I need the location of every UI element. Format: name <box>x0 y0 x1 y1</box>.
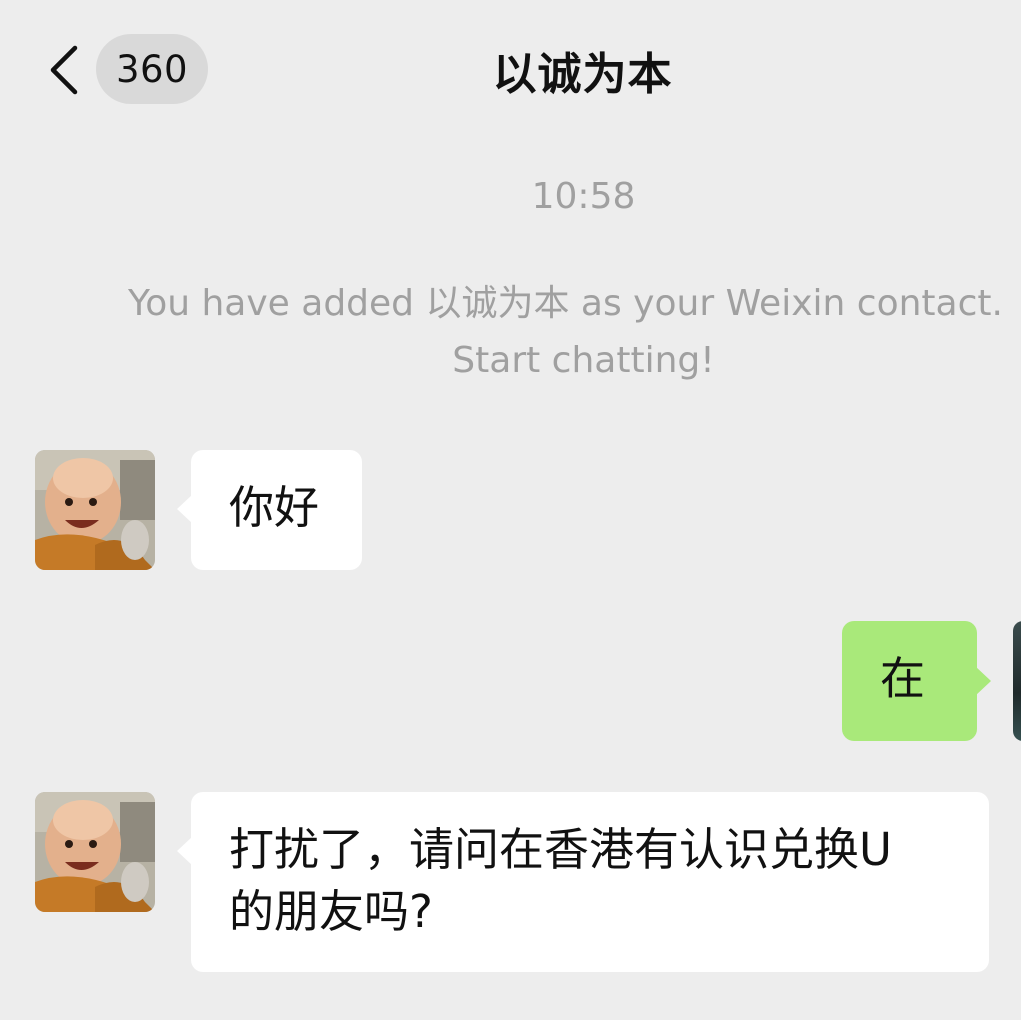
bubble-tail <box>177 494 193 524</box>
chat-screen: 360 以诚为本 10:58 You have added 以诚为本 as yo… <box>0 0 1021 1020</box>
self-avatar[interactable] <box>1013 621 1021 741</box>
message-text: 在 <box>880 652 926 705</box>
contact-avatar-image <box>35 792 155 912</box>
system-message-start: Start chatting! <box>452 340 715 381</box>
contact-avatar[interactable] <box>35 792 155 912</box>
message-text: 打扰了，请问在香港有认识兑换U 的朋友吗? <box>229 823 892 938</box>
message-timestamp: 10:58 <box>531 176 636 217</box>
message-text: 你好 <box>229 481 320 534</box>
message-bubble-sent[interactable]: 在 <box>842 621 991 741</box>
message-bubble-received[interactable]: 你好 <box>177 450 362 570</box>
contact-avatar-image <box>35 450 155 570</box>
message-bubble-received[interactable]: 打扰了，请问在香港有认识兑换U 的朋友吗? <box>177 792 989 972</box>
chat-title: 以诚为本 <box>492 49 673 100</box>
bubble-tail <box>177 836 193 866</box>
contact-avatar[interactable] <box>35 450 155 570</box>
bubble-tail <box>975 666 991 696</box>
system-message-added: You have added 以诚为本 as your Weixin conta… <box>128 283 1003 324</box>
